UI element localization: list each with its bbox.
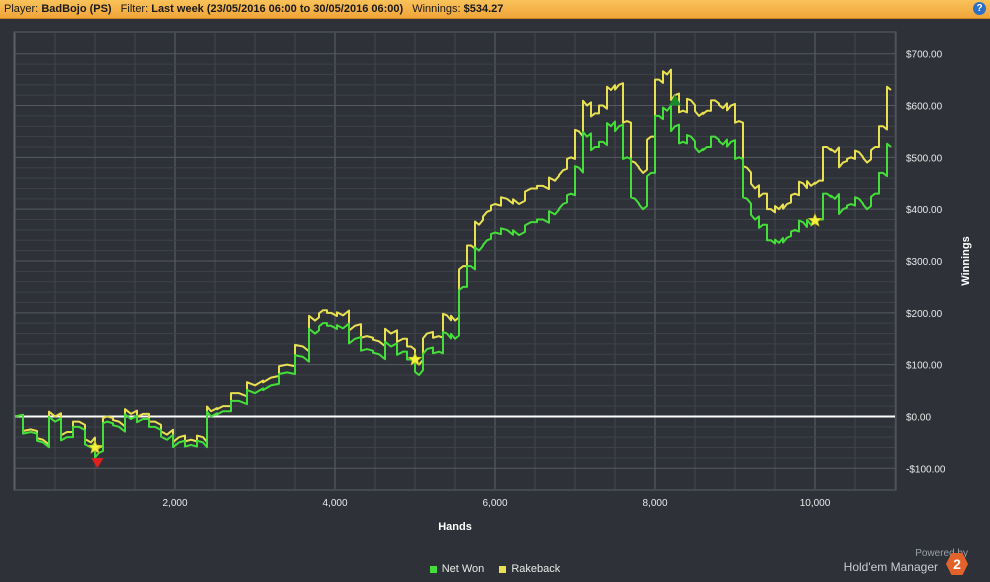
winnings-label: Winnings: (412, 3, 461, 15)
y-axis-title: Winnings (960, 236, 972, 285)
legend-label: Rakeback (511, 563, 561, 575)
winnings-chart: 2,000 4,000 6,000 8,000 10,000 $700.00 $600.0… (13, 31, 972, 533)
product-name: Hold'em Manager (843, 560, 938, 574)
net-won-swatch (429, 565, 437, 573)
legend-item-rakeback[interactable]: Rakeback (499, 563, 560, 575)
x-tick-label: 10,000 (800, 498, 831, 509)
y-tick-label: $0.00 (906, 412, 931, 423)
y-tick-label: $200.00 (906, 309, 943, 320)
filter-label: Filter: (120, 3, 149, 15)
x-tick-label: 2,000 (162, 498, 187, 509)
y-tick-label: $600.00 (906, 102, 943, 113)
rakeback-swatch (499, 565, 507, 573)
y-tick-label: $700.00 (906, 50, 943, 61)
x-axis-title: Hands (438, 521, 472, 533)
help-icon[interactable]: ? (973, 2, 986, 15)
filter-value: Last week (23/05/2016 06:00 to 30/05/201… (151, 3, 404, 15)
x-tick-label: 6,000 (482, 498, 507, 509)
x-tick-label: 8,000 (642, 498, 667, 509)
filter-bar: Player: BadBojo (PS) Filter: Last week (… (0, 0, 990, 19)
y-axis: $700.00 $600.00 $500.00 $400.00 $300.00 $200.… (906, 50, 946, 476)
legend-label: Net Won (441, 563, 485, 575)
player-value: BadBojo (PS) (41, 3, 112, 15)
winnings-value: $534.27 (463, 3, 504, 15)
x-axis: 2,000 4,000 6,000 8,000 10,000 (162, 498, 830, 509)
x-tick-label: 4,000 (322, 498, 347, 509)
y-tick-label: $300.00 (906, 257, 943, 268)
player-label: Player: (4, 3, 39, 15)
y-tick-label: -$100.00 (906, 464, 946, 475)
legend: Net Won Rakeback (0, 563, 990, 575)
y-tick-label: $100.00 (906, 361, 943, 372)
y-tick-label: $400.00 (906, 205, 943, 216)
y-tick-label: $500.00 (906, 153, 943, 164)
legend-item-net-won[interactable]: Net Won (429, 563, 485, 575)
